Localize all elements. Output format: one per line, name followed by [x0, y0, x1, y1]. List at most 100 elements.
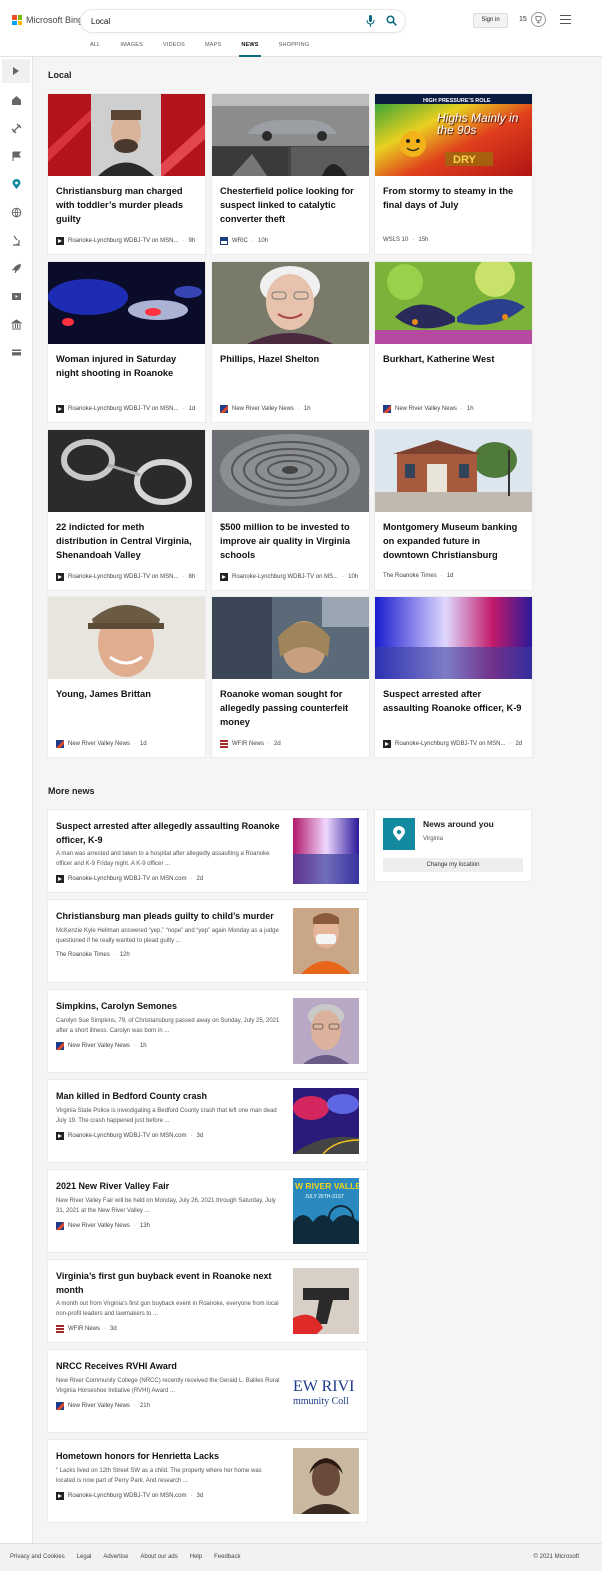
news-list-item[interactable]: Simpkins, Carolyn Semones Carolyn Sue Si…	[48, 990, 367, 1072]
nrcc-logo-thumbnail[interactable]: EW RIVI mmunity Coll	[293, 1358, 359, 1424]
search-icon[interactable]	[386, 15, 397, 26]
globe-icon[interactable]	[11, 207, 22, 218]
portrait-thumbnail[interactable]	[293, 998, 359, 1064]
source-age: 10h	[258, 238, 269, 244]
news-list-item[interactable]: 2021 New River Valley Fair New River Val…	[48, 1170, 367, 1252]
news-card[interactable]: $500 million to be invested to improve a…	[212, 430, 369, 590]
source-age: 3d	[196, 1493, 204, 1499]
sidebar-expand-button[interactable]	[2, 59, 30, 83]
source-age: 1d	[446, 573, 454, 579]
news-card[interactable]: Phillips, Hazel Shelton New River Valley…	[212, 262, 369, 422]
footer-link-feedback[interactable]: Feedback	[214, 1554, 240, 1560]
hamburger-menu-icon[interactable]	[560, 15, 571, 24]
fair-poster-dates: JULY 26TH-31ST	[305, 1194, 344, 1200]
fair-poster-thumbnail[interactable]: W RIVER VALLEY F JULY 26TH-31ST	[293, 1178, 359, 1244]
source-name: Roanoke-Lynchburg WDBJ-TV on MSN...	[68, 574, 179, 580]
card-title[interactable]: Young, James Brittan	[56, 687, 198, 701]
card-source: New River Valley News · 1h	[220, 405, 311, 413]
news-card[interactable]: HIGH PRESSURE’S ROLE Highs Mainly in the…	[375, 94, 532, 254]
microscope-icon[interactable]	[11, 235, 22, 246]
crash-scene-thumbnail[interactable]	[293, 1088, 359, 1154]
news-card[interactable]: 22 indicted for meth distribution in Cen…	[48, 430, 205, 590]
news-list-item[interactable]: NRCC Receives RVHI Award New River Commu…	[48, 1350, 367, 1432]
bank-icon[interactable]	[11, 319, 22, 330]
card-title[interactable]: $500 million to be invested to improve a…	[220, 520, 362, 562]
card-source: New River Valley News · 1d	[56, 740, 147, 748]
tab-shopping[interactable]: SHOPPING	[279, 40, 310, 57]
card-title[interactable]: From stormy to steamy in the final days …	[383, 184, 525, 212]
card-title[interactable]: Christiansburg man charged with toddler’…	[56, 184, 198, 226]
news-card[interactable]: Suspect arrested after assaulting Roanok…	[375, 597, 532, 757]
footer-link-privacy[interactable]: Privacy and Cookies	[10, 1554, 65, 1560]
weather-banner-text: HIGH PRESSURE’S ROLE	[423, 98, 491, 104]
card-title[interactable]: Burkhart, Katherine West	[383, 352, 525, 366]
tab-news[interactable]: NEWS	[239, 40, 262, 57]
news-title[interactable]: Simpkins, Carolyn Semones	[56, 1000, 282, 1014]
rewards-count[interactable]: 15	[519, 16, 527, 23]
sign-in-button[interactable]: Sign in	[473, 13, 508, 28]
news-title[interactable]: Suspect arrested after allegedly assault…	[56, 820, 282, 847]
news-card[interactable]: Woman injured in Saturday night shooting…	[48, 262, 205, 422]
rewards-trophy-icon[interactable]	[531, 12, 546, 27]
card-title[interactable]: Chesterfield police looking for suspect …	[220, 184, 362, 226]
source-age: 1h	[139, 1043, 147, 1049]
footer-link-legal[interactable]: Legal	[77, 1554, 92, 1560]
weather-headline: Highs Mainly in the 90s	[437, 112, 519, 137]
news-title[interactable]: Christiansburg man pleads guilty to chil…	[56, 910, 282, 924]
card-title[interactable]: 22 indicted for meth distribution in Cen…	[56, 520, 198, 562]
location-badge	[383, 818, 415, 850]
bing-logo[interactable]: Microsoft Bing	[12, 15, 83, 25]
news-card[interactable]: Montgomery Museum banking on expanded fu…	[375, 430, 532, 590]
source-age: 2d	[515, 741, 523, 747]
credit-card-icon[interactable]	[11, 347, 22, 358]
tab-images[interactable]: IMAGES	[120, 40, 143, 57]
news-card[interactable]: Burkhart, Katherine West New River Valle…	[375, 262, 532, 422]
surveillance-image	[212, 94, 369, 176]
card-title[interactable]: Suspect arrested after assaulting Roanok…	[383, 687, 525, 715]
separator: ·	[297, 406, 300, 412]
microphone-icon[interactable]	[366, 15, 375, 27]
news-title[interactable]: NRCC Receives RVHI Award	[56, 1360, 282, 1374]
footer-link-help[interactable]: Help	[190, 1554, 202, 1560]
home-icon[interactable]	[11, 95, 22, 106]
card-title[interactable]: Montgomery Museum banking on expanded fu…	[383, 520, 525, 562]
footer-link-advertise[interactable]: Advertise	[103, 1554, 128, 1560]
tab-all[interactable]: ALL	[90, 40, 100, 57]
flag-icon[interactable]	[11, 151, 22, 162]
news-list-item[interactable]: Christiansburg man pleads guilty to chil…	[48, 900, 367, 982]
vintage-portrait-thumbnail[interactable]	[293, 1448, 359, 1514]
rocket-icon[interactable]	[11, 263, 22, 274]
news-card[interactable]: Roanoke woman sought for allegedly passi…	[212, 597, 369, 757]
news-card[interactable]: Christiansburg man charged with toddler’…	[48, 94, 205, 254]
chevron-right-icon	[13, 67, 19, 75]
news-title[interactable]: 2021 New River Valley Fair	[56, 1180, 282, 1194]
card-title[interactable]: Roanoke woman sought for allegedly passi…	[220, 687, 362, 729]
search-box[interactable]	[81, 10, 405, 32]
news-list-item[interactable]: Virginia’s first gun buyback event in Ro…	[48, 1260, 367, 1342]
location-pin-icon[interactable]	[11, 179, 22, 190]
tab-videos[interactable]: VIDEOS	[163, 40, 185, 57]
footer-link-about-ads[interactable]: About our ads	[140, 1554, 177, 1560]
news-title[interactable]: Virginia’s first gun buyback event in Ro…	[56, 1270, 282, 1297]
video-icon[interactable]	[11, 291, 22, 302]
news-card[interactable]: Chesterfield police looking for suspect …	[212, 94, 369, 254]
source-name: Roanoke-Lynchburg WDBJ-TV on MSN.com	[68, 876, 187, 882]
news-title[interactable]: Man killed in Bedford County crash	[56, 1090, 282, 1104]
search-input[interactable]	[91, 14, 341, 28]
news-description: Carolyn Sue Simpkins, 79, of Christiansb…	[56, 1018, 280, 1034]
news-card[interactable]: Young, James Brittan New River Valley Ne…	[48, 597, 205, 757]
nrv-news-logo-icon	[56, 1402, 64, 1410]
news-list-item[interactable]: Hometown honors for Henrietta Lacks “ La…	[48, 1440, 367, 1522]
news-list-item[interactable]: Suspect arrested after allegedly assault…	[48, 810, 367, 892]
card-title[interactable]: Woman injured in Saturday night shooting…	[56, 352, 198, 380]
police-lights-thumbnail[interactable]	[293, 818, 359, 884]
change-location-button[interactable]: Change my location	[383, 858, 523, 872]
news-title[interactable]: Hometown honors for Henrietta Lacks	[56, 1450, 282, 1464]
tab-maps[interactable]: MAPS	[205, 40, 221, 57]
card-title[interactable]: Phillips, Hazel Shelton	[220, 352, 362, 366]
news-list-item[interactable]: Man killed in Bedford County crash Virgi…	[48, 1080, 367, 1162]
courtroom-thumbnail[interactable]	[293, 908, 359, 974]
satellite-icon[interactable]	[11, 123, 22, 134]
police-lights-image	[375, 597, 532, 679]
handgun-thumbnail[interactable]	[293, 1268, 359, 1334]
